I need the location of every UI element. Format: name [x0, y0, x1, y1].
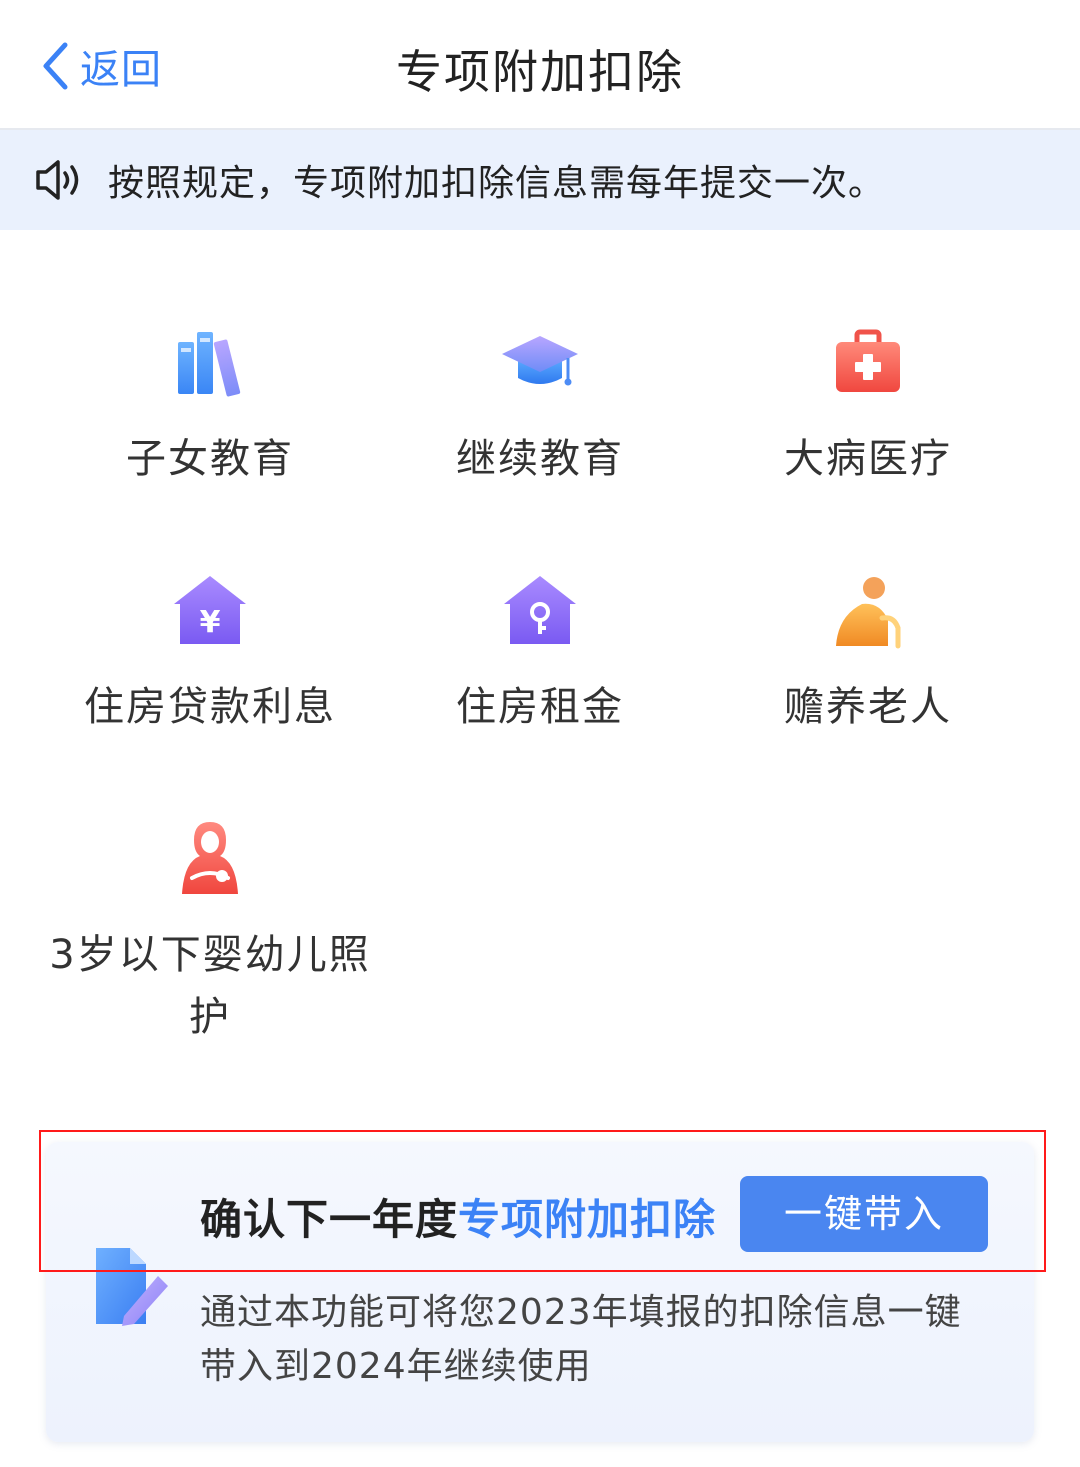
house-key-icon — [504, 576, 576, 644]
category-label: 大病医疗 — [784, 436, 952, 482]
category-infant-care[interactable]: 3岁以下婴幼儿照护 — [40, 820, 380, 1048]
house-yuan-icon: ¥ — [174, 576, 246, 644]
import-card: 确认下一年度专项附加扣除 一键带入 通过本功能可将您2023年填报的扣除信息一键… — [46, 1142, 1034, 1442]
category-label: 住房租金 — [456, 684, 624, 730]
notice-bar: 按照规定，专项附加扣除信息需每年提交一次。 — [0, 130, 1080, 230]
document-edit-icon — [96, 1248, 168, 1326]
mother-baby-icon — [182, 822, 238, 894]
books-icon — [178, 332, 241, 397]
card-description: 通过本功能可将您2023年填报的扣除信息一键带入到2024年继续使用 — [200, 1292, 962, 1387]
category-children-education[interactable]: 子女教育 — [40, 324, 380, 490]
category-serious-illness[interactable]: 大病医疗 — [698, 324, 1038, 490]
category-elderly-support[interactable]: 赡养老人 — [698, 572, 1038, 738]
page-title: 专项附加扣除 — [396, 45, 684, 99]
category-label: 赡养老人 — [784, 684, 952, 730]
notice-text: 按照规定，专项附加扣除信息需每年提交一次。 — [108, 163, 886, 204]
category-housing-loan-interest[interactable]: ¥ 住房贷款利息 — [40, 572, 380, 738]
card-title-prefix: 确认下一年度 — [200, 1195, 459, 1244]
graduation-cap-icon — [502, 336, 578, 386]
card-title-highlight: 专项附加扣除 — [458, 1195, 717, 1244]
one-click-import-button[interactable]: 一键带入 — [740, 1176, 988, 1252]
card-title: 确认下一年度专项附加扣除 — [200, 1186, 716, 1247]
category-label: 继续教育 — [456, 436, 624, 482]
category-label: 3岁以下婴幼儿照护 — [49, 932, 371, 1040]
category-label: 子女教育 — [126, 436, 294, 482]
medical-kit-icon — [836, 329, 900, 392]
category-continuing-education[interactable]: 继续教育 — [370, 324, 710, 490]
elderly-person-icon — [836, 577, 901, 649]
speaker-icon — [36, 160, 79, 200]
category-housing-rent[interactable]: 住房租金 — [370, 572, 710, 738]
svg-text:¥: ¥ — [200, 605, 221, 640]
nav-header: 返回 专项附加扣除 — [0, 0, 1080, 130]
category-label: 住房贷款利息 — [84, 684, 336, 730]
